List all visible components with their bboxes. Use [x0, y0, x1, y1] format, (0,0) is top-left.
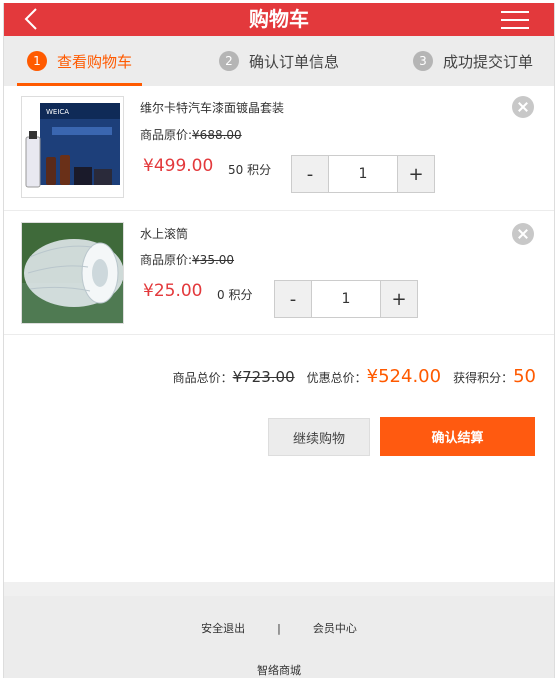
cart-item: WEICA 维尔卡特汽车漆面镀晶套装 商品原价:¥688.00 ¥499.00 …: [3, 86, 555, 211]
remove-item-icon[interactable]: [512, 96, 534, 118]
total-price-label: 商品总价：: [172, 371, 233, 385]
step-number: 2: [219, 51, 239, 71]
step-label: 查看购物车: [57, 52, 133, 71]
item-points: 50 积分: [228, 163, 272, 177]
original-price-value: ¥35.00: [192, 253, 235, 267]
logout-link[interactable]: 安全退出: [201, 620, 245, 636]
page-title: 购物车: [249, 7, 309, 31]
total-price-value: ¥723.00: [232, 368, 295, 386]
item-points: 0 积分: [217, 288, 253, 302]
increment-button[interactable]: +: [381, 281, 417, 317]
step-label: 确认订单信息: [249, 52, 340, 71]
footer-divider: [3, 582, 555, 596]
footer-brand: 智络商城: [257, 664, 301, 677]
footer-links: 安全退出 | 会员中心: [3, 620, 555, 636]
car-care-kit-image: WEICA: [22, 97, 123, 197]
quantity-value[interactable]: 1: [311, 281, 381, 317]
product-image[interactable]: WEICA: [21, 96, 124, 198]
confirm-checkout-button[interactable]: 确认结算: [380, 417, 535, 456]
hamburger-menu-icon[interactable]: [501, 11, 529, 29]
step-number: 3: [413, 51, 433, 71]
checkout-steps: 1 查看购物车 2 确认订单信息 3 成功提交订单: [3, 36, 555, 86]
product-name[interactable]: 维尔卡特汽车漆面镀晶套装: [140, 99, 284, 116]
product-image[interactable]: [21, 222, 124, 324]
header-bar: 购物车: [3, 3, 555, 36]
quantity-stepper: - 1 +: [291, 155, 435, 193]
discount-price-label: 优惠总价：: [306, 371, 367, 385]
original-price-value: ¥688.00: [192, 128, 242, 142]
original-price: 商品原价:¥688.00: [140, 126, 242, 143]
continue-shopping-button[interactable]: 继续购物: [268, 418, 370, 456]
quantity-stepper: - 1 +: [274, 280, 418, 318]
quantity-value[interactable]: 1: [328, 156, 398, 192]
decrement-button[interactable]: -: [275, 281, 311, 317]
product-name[interactable]: 水上滚筒: [140, 225, 188, 242]
member-center-link[interactable]: 会员中心: [313, 620, 357, 636]
step-confirm-order: 2 确认订单信息: [219, 36, 339, 86]
original-price-label: 商品原价:: [140, 253, 193, 267]
original-price-label: 商品原价:: [140, 128, 193, 142]
decrement-button[interactable]: -: [292, 156, 328, 192]
water-roller-image: [22, 223, 123, 323]
thumb-brand-text: WEICA: [46, 108, 69, 116]
original-price: 商品原价:¥35.00: [140, 251, 234, 268]
order-summary: 商品总价： ¥723.00 优惠总价： ¥524.00 获得积分： 50: [173, 366, 536, 387]
points-earned-label: 获得积分：: [453, 371, 514, 385]
increment-button[interactable]: +: [398, 156, 434, 192]
footer-separator: |: [277, 621, 281, 635]
step-number: 1: [27, 51, 47, 71]
step-view-cart: 1 查看购物车: [16, 36, 143, 86]
footer: 安全退出 | 会员中心 智络商城: [3, 596, 555, 678]
discount-price-value: ¥524.00: [366, 366, 442, 387]
remove-item-icon[interactable]: [512, 223, 534, 245]
points-earned-value: 50: [513, 366, 536, 387]
sale-price: ¥499.00: [143, 156, 214, 176]
step-label: 成功提交订单: [443, 52, 534, 71]
cart-item: 水上滚筒 商品原价:¥35.00 ¥25.00 0 积分 - 1 +: [3, 211, 555, 335]
step-submit-success: 3 成功提交订单: [413, 36, 533, 86]
sale-price: ¥25.00: [143, 281, 203, 301]
